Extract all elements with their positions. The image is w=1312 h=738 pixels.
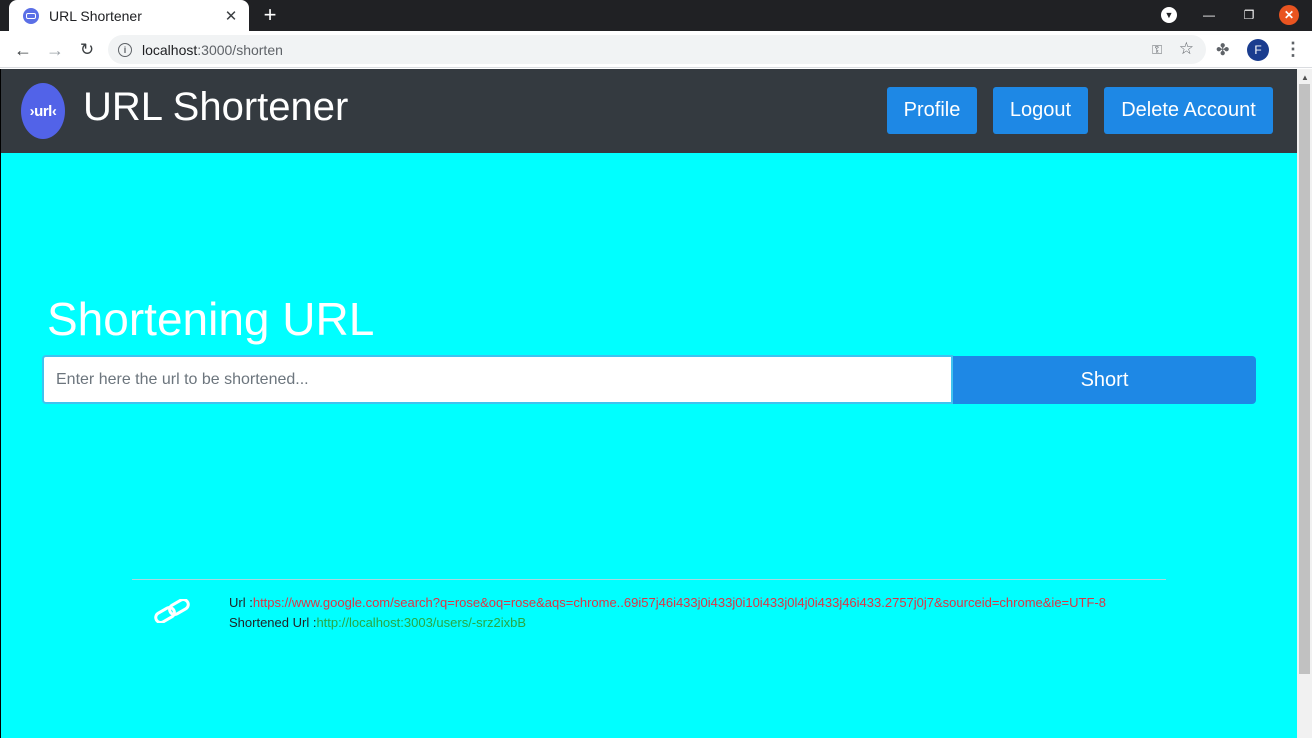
url-path: :3000/shorten — [197, 41, 283, 58]
page-title: Shortening URL — [47, 293, 375, 345]
app-logo[interactable]: ›url‹ — [21, 83, 65, 139]
minimize-button[interactable]: — — [1198, 4, 1220, 26]
reload-button[interactable]: ↻ — [74, 37, 100, 63]
logout-button[interactable]: Logout — [993, 87, 1088, 134]
shortened-url-label: Shortened Url : — [229, 615, 317, 630]
divider — [132, 579, 1166, 580]
address-bar[interactable]: i localhost:3000/shorten ⚿ ☆ — [108, 35, 1206, 64]
profile-avatar[interactable]: F — [1247, 39, 1269, 61]
app-brand-title[interactable]: URL Shortener — [83, 85, 348, 130]
shortened-url-link[interactable]: http://localhost:3003/users/-srz2ixbB — [316, 615, 526, 630]
tab-title: URL Shortener — [49, 7, 142, 24]
favicon-icon — [23, 7, 39, 24]
url-label: Url : — [229, 595, 253, 610]
key-icon[interactable]: ⚿ — [1152, 42, 1162, 58]
app-navbar: ›url‹ URL Shortener Profile Logout Delet… — [1, 69, 1297, 153]
bookmark-star-icon[interactable]: ☆ — [1179, 39, 1194, 59]
tab-search-button[interactable]: ▼ — [1158, 4, 1180, 26]
original-url-value[interactable]: https://www.google.com/search?q=rose&oq=… — [253, 595, 1106, 610]
close-icon: ✕ — [1279, 5, 1299, 25]
link-icon — [154, 599, 190, 623]
menu-kebab-icon[interactable]: ⋮ — [1284, 39, 1302, 59]
window-close-button[interactable]: ✕ — [1278, 4, 1300, 26]
url-host: localhost — [142, 41, 198, 58]
browser-toolbar: ← → ↻ i localhost:3000/shorten ⚿ ☆ ✤ F ⋮ — [0, 31, 1312, 68]
maximize-button[interactable]: ❐ — [1238, 4, 1260, 26]
tab-close-icon[interactable]: ✕ — [223, 8, 239, 25]
page-scrollbar[interactable]: ▲ — [1297, 69, 1312, 738]
forward-button[interactable]: → — [42, 37, 68, 63]
extensions-puzzle-icon[interactable]: ✤ — [1216, 40, 1229, 60]
info-icon[interactable]: i — [118, 42, 132, 57]
short-button[interactable]: Short — [953, 356, 1256, 404]
profile-button[interactable]: Profile — [887, 87, 977, 134]
browser-tab[interactable]: URL Shortener ✕ — [9, 0, 249, 31]
new-tab-button[interactable]: + — [258, 3, 282, 27]
page-body: ›url‹ URL Shortener Profile Logout Delet… — [0, 69, 1297, 738]
page-viewport: ›url‹ URL Shortener Profile Logout Delet… — [0, 69, 1312, 738]
scrollbar-thumb[interactable] — [1299, 84, 1310, 674]
original-url-line: Url :https://www.google.com/search?q=ros… — [229, 595, 1106, 610]
browser-tabstrip: URL Shortener ✕ + ▼ — ❐ ✕ — [0, 0, 1312, 31]
scroll-up-arrow-icon[interactable]: ▲ — [1301, 73, 1309, 82]
back-button[interactable]: ← — [10, 37, 36, 63]
shortened-url-line: Shortened Url :http://localhost:3003/use… — [229, 615, 526, 630]
url-input[interactable] — [42, 355, 953, 404]
delete-account-button[interactable]: Delete Account — [1104, 87, 1273, 134]
chevron-down-icon: ▼ — [1161, 7, 1177, 23]
